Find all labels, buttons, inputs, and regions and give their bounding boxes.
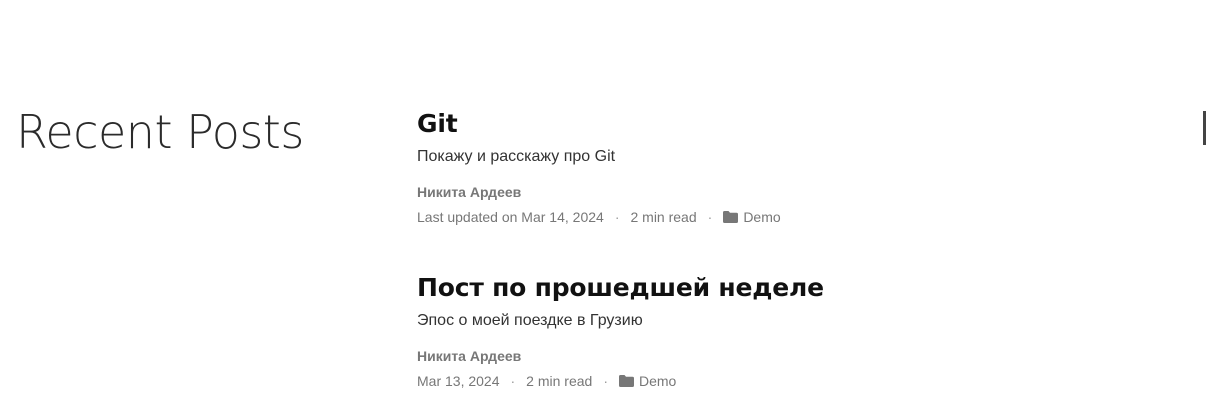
meta-separator: · [603, 373, 608, 389]
post-title: Git [417, 106, 1117, 142]
post-category-link[interactable]: Demo [743, 206, 780, 228]
post-read-time: 2 min read [630, 209, 697, 225]
post-author[interactable]: Никита Ардеев [417, 182, 1117, 202]
meta-separator: · [614, 209, 620, 225]
post-date: Last updated on Mar 14, 2024 [417, 209, 604, 225]
meta-separator: · [510, 373, 516, 389]
edge-scroll-indicator [1203, 111, 1206, 145]
recent-posts-list: Git Покажу и расскажу про Git Никита Ард… [417, 106, 1117, 392]
post-title-link[interactable]: Git [417, 109, 458, 138]
post-item: Git Покажу и расскажу про Git Никита Ард… [417, 106, 1117, 228]
post-category-link[interactable]: Demo [639, 370, 676, 392]
post-item: Пост по прошедшей неделе Эпос о моей пое… [417, 270, 1117, 392]
post-author[interactable]: Никита Ардеев [417, 346, 1117, 366]
post-meta: Last updated on Mar 14, 2024 · 2 min rea… [417, 206, 1117, 228]
folder-icon [619, 375, 634, 387]
folder-icon [723, 211, 739, 223]
post-title-link[interactable]: Пост по прошедшей неделе [417, 273, 824, 302]
post-date: Mar 13, 2024 [417, 373, 500, 389]
post-summary: Эпос о моей поездке в Грузию [417, 312, 643, 329]
post-read-time: 2 min read [526, 373, 593, 389]
section-title: Recent Posts [16, 105, 304, 159]
meta-separator: · [707, 209, 713, 225]
post-summary: Покажу и расскажу про Git [417, 148, 616, 165]
post-meta: Mar 13, 2024 · 2 min read · Demo [417, 370, 1117, 392]
post-title: Пост по прошедшей неделе [417, 270, 1117, 306]
